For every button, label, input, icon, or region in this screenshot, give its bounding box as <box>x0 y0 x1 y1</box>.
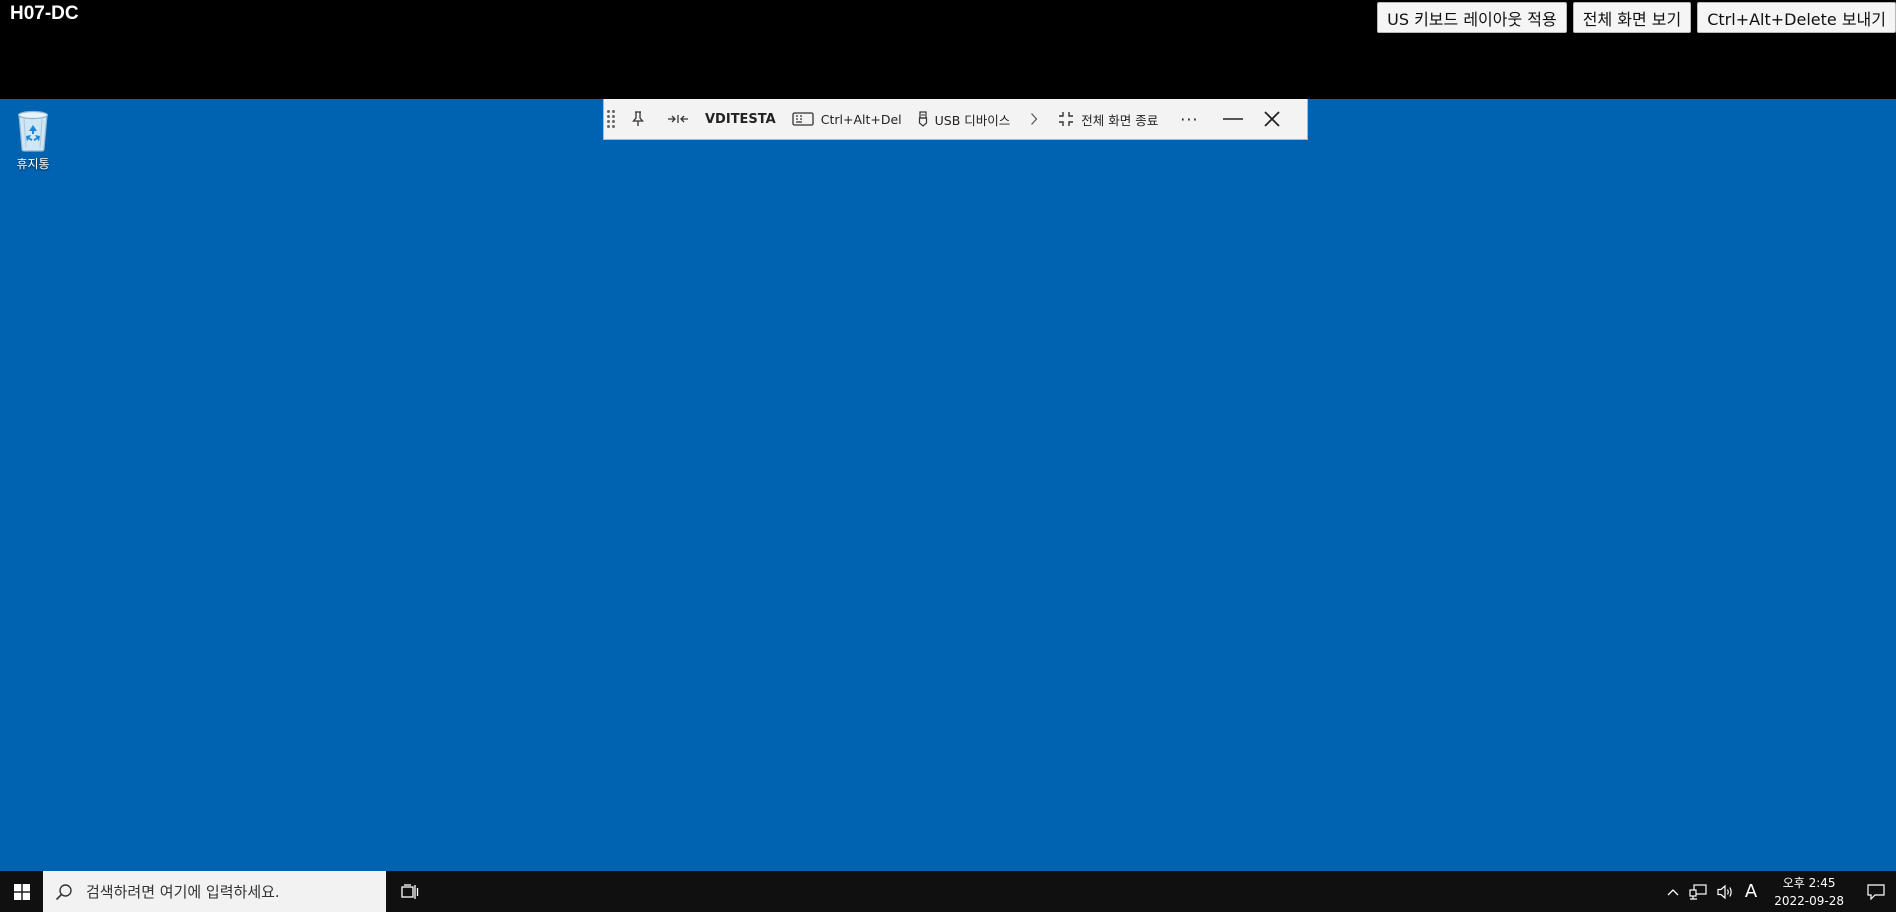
start-button[interactable] <box>0 871 43 912</box>
fit-to-window-button[interactable] <box>653 99 697 139</box>
minimize-button[interactable] <box>1213 99 1253 139</box>
minimize-icon <box>1222 118 1243 120</box>
pin-toolbar-button[interactable] <box>617 99 653 139</box>
usb-icon <box>918 111 927 127</box>
taskbar-clock[interactable]: 오후 2:45 2022-09-28 <box>1762 874 1856 910</box>
view-fullscreen-button[interactable]: 전체 화면 보기 <box>1572 2 1692 33</box>
desktop-icon-recycle-bin[interactable]: 휴지통 <box>6 107 60 172</box>
taskbar: 검색하려면 여기에 입력하세요. A 오후 2:45 2022-09-28 <box>0 871 1896 912</box>
pin-icon <box>632 111 644 126</box>
remote-desktop[interactable]: 휴지통 VDITESTA Ctrl+Alt+Del USB 디바이스 전체 화면… <box>0 99 1896 871</box>
clock-time: 오후 2:45 <box>1782 875 1836 890</box>
keyboard-icon <box>792 112 814 126</box>
exit-fullscreen-button[interactable]: 전체 화면 종료 <box>1050 99 1166 139</box>
network-status-button[interactable] <box>1684 871 1712 912</box>
shrink-arrows-icon <box>668 115 688 123</box>
notification-icon <box>1867 883 1885 900</box>
send-ctrl-alt-delete-button[interactable]: Ctrl+Alt+Delete 보내기 <box>1697 2 1896 33</box>
task-view-icon <box>401 883 419 899</box>
taskbar-search-box[interactable]: 검색하려면 여기에 입력하세요. <box>43 871 386 912</box>
network-icon <box>1689 883 1707 900</box>
volume-button[interactable] <box>1712 871 1740 912</box>
recycle-bin-icon <box>17 110 49 152</box>
chevron-up-icon <box>1667 888 1679 895</box>
input-method-indicator[interactable]: A <box>1740 871 1762 912</box>
console-header: H07-DC US 키보드 레이아웃 적용 전체 화면 보기 Ctrl+Alt+… <box>0 0 1896 99</box>
usb-devices-label: USB 디바이스 <box>934 112 1011 128</box>
toolbar-ctrl-alt-del-button[interactable]: Ctrl+Alt+Del <box>784 99 910 139</box>
speaker-icon <box>1717 884 1732 899</box>
close-icon <box>1263 111 1280 127</box>
desktop-icon-label: 휴지통 <box>16 157 50 171</box>
show-hidden-icons-button[interactable] <box>1662 871 1684 912</box>
exit-fullscreen-label: 전체 화면 종료 <box>1081 112 1159 128</box>
expand-chevron-button[interactable] <box>1018 99 1050 139</box>
console-button-group: US 키보드 레이아웃 적용 전체 화면 보기 Ctrl+Alt+Delete … <box>1377 2 1896 33</box>
toolbar-drag-handle[interactable] <box>607 105 617 133</box>
more-icon: ··· <box>1180 109 1199 129</box>
chevron-right-icon <box>1031 113 1038 125</box>
exit-fullscreen-icon <box>1059 112 1074 126</box>
windows-logo-icon <box>13 883 30 900</box>
more-options-button[interactable]: ··· <box>1166 99 1212 139</box>
ctrl-alt-del-label: Ctrl+Alt+Del <box>820 111 902 127</box>
close-button[interactable] <box>1253 99 1295 139</box>
remote-connection-toolbar: VDITESTA Ctrl+Alt+Del USB 디바이스 전체 화면 종료 … <box>603 99 1308 140</box>
system-tray: A 오후 2:45 2022-09-28 <box>1662 871 1896 912</box>
task-view-button[interactable] <box>386 871 434 912</box>
action-center-button[interactable] <box>1856 871 1896 912</box>
apply-us-keyboard-layout-button[interactable]: US 키보드 레이아웃 적용 <box>1377 2 1567 33</box>
search-placeholder: 검색하려면 여기에 입력하세요. <box>86 883 280 901</box>
connection-name: VDITESTA <box>705 111 776 127</box>
search-icon <box>55 883 72 900</box>
clock-date: 2022-09-28 <box>1774 893 1844 908</box>
usb-devices-button[interactable]: USB 디바이스 <box>910 99 1019 139</box>
host-title: H07-DC <box>10 3 79 24</box>
